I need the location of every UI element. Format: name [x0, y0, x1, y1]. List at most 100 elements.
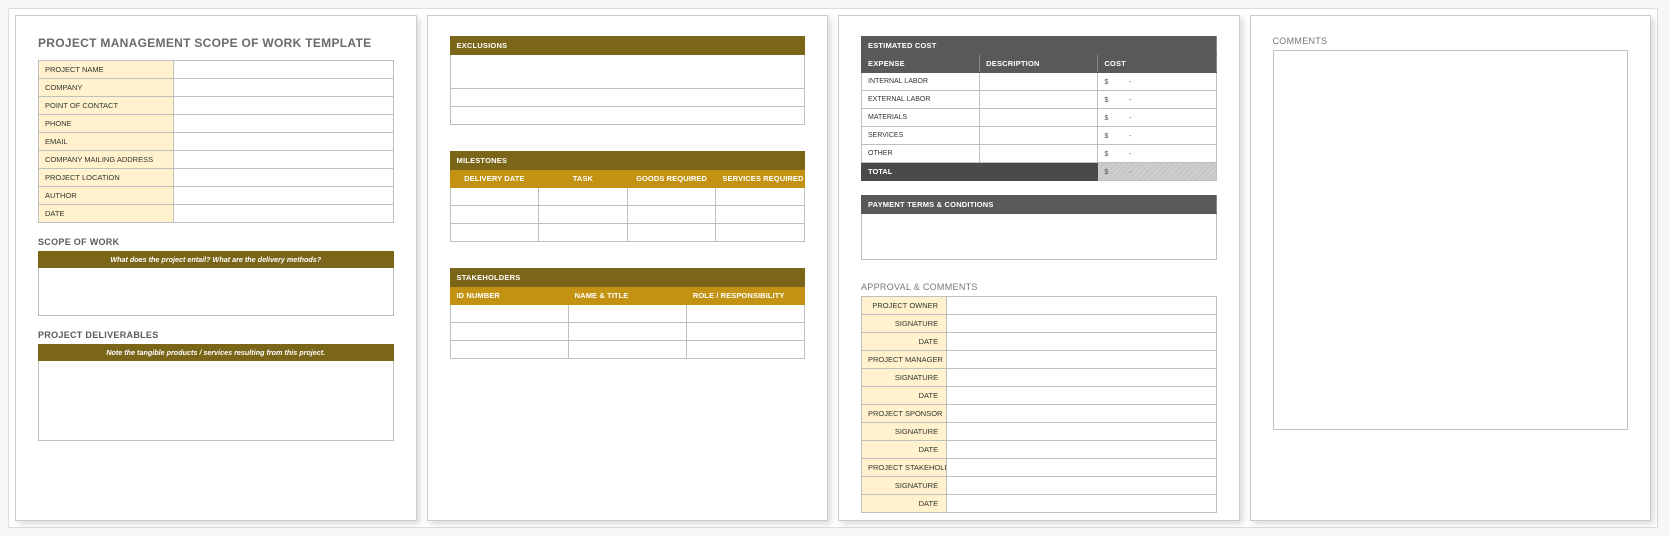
stakeholder-cell[interactable]	[450, 305, 568, 323]
cost-amount[interactable]: $ -	[1098, 109, 1216, 127]
milestone-cell[interactable]	[450, 224, 539, 242]
stakeholder-cell[interactable]	[568, 341, 686, 359]
stakeholder-col: NAME & TITLE	[568, 287, 686, 305]
milestone-cell[interactable]	[627, 188, 716, 206]
approval-value[interactable]	[947, 495, 1216, 513]
stakeholder-cell[interactable]	[686, 305, 804, 323]
milestone-cell[interactable]	[716, 206, 805, 224]
milestone-cell[interactable]	[539, 206, 628, 224]
approval-table: PROJECT OWNER SIGNATURE DATE PROJECT MAN…	[861, 296, 1217, 513]
estimated-cost-table: ESTIMATED COST EXPENSE DESCRIPTION COST …	[861, 36, 1217, 181]
comments-box[interactable]	[1273, 50, 1629, 430]
stakeholder-col: ID NUMBER	[450, 287, 568, 305]
field-value[interactable]	[173, 97, 393, 115]
stakeholder-cell[interactable]	[568, 305, 686, 323]
project-info-table: PROJECT NAME COMPANY POINT OF CONTACT PH…	[38, 60, 394, 223]
comments-title: COMMENTS	[1273, 36, 1629, 46]
field-value[interactable]	[173, 115, 393, 133]
cost-amount[interactable]: $ -	[1098, 127, 1216, 145]
scope-title: SCOPE OF WORK	[38, 237, 394, 247]
field-value[interactable]	[173, 151, 393, 169]
deliverables-title: PROJECT DELIVERABLES	[38, 330, 394, 340]
cost-desc[interactable]	[980, 145, 1098, 163]
field-label: EMAIL	[39, 133, 174, 151]
stakeholder-cell[interactable]	[568, 323, 686, 341]
cost-desc[interactable]	[980, 91, 1098, 109]
milestone-cell[interactable]	[627, 224, 716, 242]
exclusions-row[interactable]	[450, 107, 805, 125]
payment-terms-box[interactable]	[862, 214, 1217, 260]
field-value[interactable]	[173, 79, 393, 97]
approval-value[interactable]	[947, 459, 1216, 477]
approval-value[interactable]	[947, 315, 1216, 333]
field-value[interactable]	[173, 61, 393, 79]
cost-desc[interactable]	[980, 127, 1098, 145]
total-amount: $ -	[1098, 163, 1216, 181]
approval-label: DATE	[862, 333, 947, 351]
milestone-col: DELIVERY DATE	[450, 170, 539, 188]
cost-amount[interactable]: $ -	[1098, 91, 1216, 109]
stakeholders-table: STAKEHOLDERS ID NUMBER NAME & TITLE ROLE…	[450, 268, 806, 359]
stakeholder-col: ROLE / RESPONSIBILITY	[686, 287, 804, 305]
milestones-table: MILESTONES DELIVERY DATE TASK GOODS REQU…	[450, 151, 806, 242]
approval-label: SIGNATURE	[862, 315, 947, 333]
doc-title: PROJECT MANAGEMENT SCOPE OF WORK TEMPLAT…	[38, 36, 394, 50]
milestone-cell[interactable]	[539, 188, 628, 206]
exclusions-header: EXCLUSIONS	[450, 37, 805, 55]
milestone-cell[interactable]	[627, 206, 716, 224]
field-label: PHONE	[39, 115, 174, 133]
cost-col: COST	[1098, 55, 1216, 73]
cost-col: EXPENSE	[862, 55, 980, 73]
field-value[interactable]	[173, 133, 393, 151]
approval-label: PROJECT SPONSOR	[862, 405, 947, 423]
approval-value[interactable]	[947, 297, 1216, 315]
cost-desc[interactable]	[980, 73, 1098, 91]
stakeholder-cell[interactable]	[450, 341, 568, 359]
field-value[interactable]	[173, 169, 393, 187]
deliverables-subtitle: Note the tangible products / services re…	[38, 344, 394, 361]
approval-label: DATE	[862, 387, 947, 405]
field-label: COMPANY MAILING ADDRESS	[39, 151, 174, 169]
scope-subtitle: What does the project entail? What are t…	[38, 251, 394, 268]
page-4: COMMENTS	[1250, 15, 1652, 521]
field-value[interactable]	[173, 187, 393, 205]
approval-value[interactable]	[947, 369, 1216, 387]
cost-amount[interactable]: $ -	[1098, 73, 1216, 91]
deliverables-box[interactable]	[38, 361, 394, 441]
stakeholder-cell[interactable]	[450, 323, 568, 341]
cost-row-label: OTHER	[862, 145, 980, 163]
field-label: PROJECT LOCATION	[39, 169, 174, 187]
approval-label: DATE	[862, 441, 947, 459]
milestone-cell[interactable]	[716, 224, 805, 242]
milestone-col: GOODS REQUIRED	[627, 170, 716, 188]
workspace: PROJECT MANAGEMENT SCOPE OF WORK TEMPLAT…	[8, 8, 1658, 528]
approval-value[interactable]	[947, 477, 1216, 495]
approval-value[interactable]	[947, 387, 1216, 405]
milestone-cell[interactable]	[716, 188, 805, 206]
cost-desc[interactable]	[980, 109, 1098, 127]
milestone-cell[interactable]	[539, 224, 628, 242]
milestone-cell[interactable]	[450, 206, 539, 224]
cost-amount[interactable]: $ -	[1098, 145, 1216, 163]
approval-label: PROJECT OWNER	[862, 297, 947, 315]
cost-row-label: MATERIALS	[862, 109, 980, 127]
approval-value[interactable]	[947, 333, 1216, 351]
exclusions-row[interactable]	[450, 89, 805, 107]
approval-value[interactable]	[947, 405, 1216, 423]
field-value[interactable]	[173, 205, 393, 223]
approval-title: APPROVAL & COMMENTS	[861, 282, 1217, 292]
approval-label: SIGNATURE	[862, 423, 947, 441]
stakeholder-cell[interactable]	[686, 323, 804, 341]
approval-value[interactable]	[947, 423, 1216, 441]
approval-value[interactable]	[947, 441, 1216, 459]
exclusions-table: EXCLUSIONS	[450, 36, 806, 125]
total-label: TOTAL	[862, 163, 1098, 181]
scope-box[interactable]	[38, 268, 394, 316]
stakeholders-header: STAKEHOLDERS	[450, 269, 805, 287]
approval-label: PROJECT MANAGER	[862, 351, 947, 369]
estimated-cost-header: ESTIMATED COST	[862, 37, 1217, 55]
approval-value[interactable]	[947, 351, 1216, 369]
milestone-cell[interactable]	[450, 188, 539, 206]
exclusions-row[interactable]	[450, 55, 805, 89]
stakeholder-cell[interactable]	[686, 341, 804, 359]
